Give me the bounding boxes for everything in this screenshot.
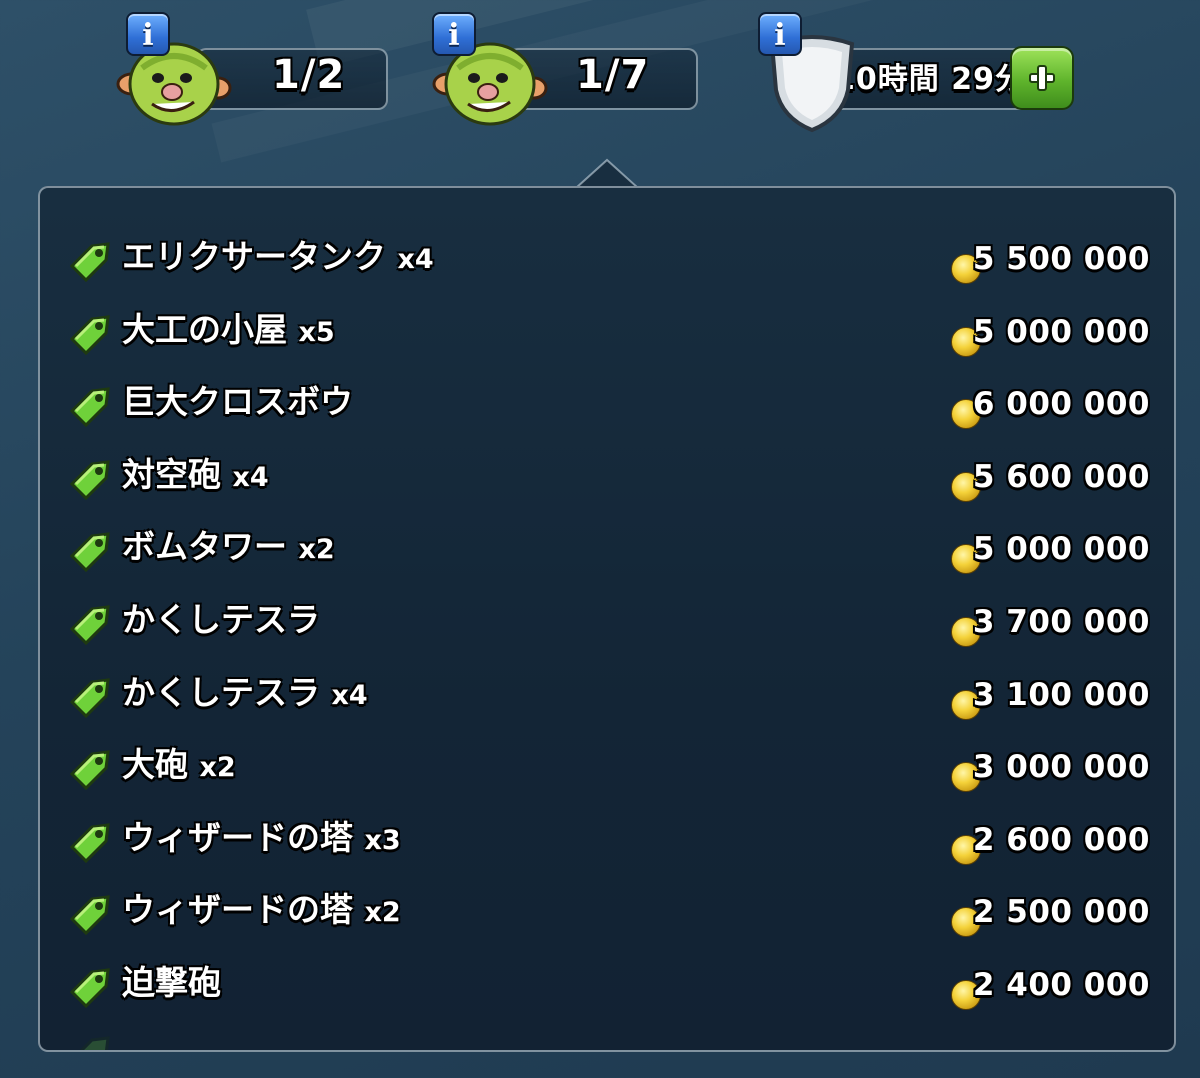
building-name: エリクサータンク (122, 237, 386, 276)
building-quantity: x4 (397, 244, 434, 275)
upgrade-name: エリクサータンク x4 (122, 232, 434, 285)
tag-icon (69, 968, 110, 1009)
upgrade-cost: 2 400 000 (972, 967, 1150, 1003)
upgrade-cost: 2 600 000 (972, 821, 1150, 858)
upgrade-list-panel[interactable]: エリクサータンク x4 5 500 000 大工の小屋 x5 5 000 000… (38, 186, 1176, 1052)
upgrade-name: 迫撃砲 (122, 958, 221, 1011)
upgrade-name: 巨大クロスボウ (122, 377, 353, 430)
building-name: ボムタワー (122, 527, 287, 567)
tag-icon (69, 242, 110, 283)
building-name: かくしテスラ (122, 672, 320, 712)
building-name: 迫撃砲 (122, 963, 221, 1002)
upgrade-cost: 6 000 000 (972, 386, 1150, 423)
upgrade-cost: 3 700 000 (972, 604, 1150, 640)
upgrade-list-item[interactable]: かくしテスラ 3 700 000 (66, 595, 1150, 655)
upgrade-list-item[interactable]: 大砲 x2 3 000 000 (66, 740, 1150, 800)
upgrade-list-item[interactable]: ボムタワー x2 5 000 000 (66, 522, 1150, 582)
upgrade-list-item[interactable]: エリクサータンク x4 5 500 000 (66, 232, 1150, 292)
upgrade-name: 大砲 x2 (122, 740, 236, 793)
upgrade-name: 大工の小屋 x5 (122, 305, 335, 358)
upgrade-list-item[interactable]: 大工の小屋 x5 5 000 000 (66, 305, 1150, 365)
building-name: 大砲 (122, 745, 188, 785)
upgrade-cost: 2 500 000 (972, 894, 1150, 931)
tag-icon (69, 677, 110, 718)
upgrade-list-item[interactable]: 対空砲 x4 5 600 000 (66, 450, 1150, 510)
upgrade-cost: 5 000 000 (972, 531, 1150, 568)
upgrade-name: ボムタワー x2 (122, 522, 335, 575)
shield-timer: 10時間 29分 (834, 62, 1018, 97)
builders-count: 1/2 (272, 52, 346, 98)
building-quantity: x4 (232, 461, 269, 493)
building-quantity: x2 (199, 752, 236, 784)
building-name: 大工の小屋 (122, 309, 287, 349)
tag-icon (69, 387, 110, 428)
workers-count: 1/7 (576, 52, 650, 98)
building-quantity: x2 (364, 897, 401, 929)
building-name: 巨大クロスボウ (122, 382, 353, 422)
list-item-partial (66, 1026, 1150, 1050)
building-name: 対空砲 (122, 454, 221, 494)
tag-icon (69, 823, 110, 863)
upgrade-cost: 3 100 000 (972, 676, 1150, 713)
workers-info-button[interactable]: i (432, 12, 476, 56)
upgrade-cost: 5 500 000 (972, 241, 1150, 277)
upgrade-list-item[interactable]: 巨大クロスボウ 6 000 000 (66, 377, 1150, 437)
upgrade-list-item[interactable]: かくしテスラ x4 3 100 000 (66, 668, 1150, 728)
tag-icon (79, 1036, 110, 1050)
upgrade-name: かくしテスラ x4 (122, 668, 368, 721)
building-name: ウィザードの塔 (122, 817, 353, 857)
building-quantity: x4 (331, 679, 368, 711)
upgrade-list-item[interactable]: ウィザードの塔 x2 2 500 000 (66, 885, 1150, 945)
building-quantity: x5 (298, 316, 335, 348)
upgrade-list-item[interactable]: ウィザードの塔 x3 2 600 000 (66, 813, 1150, 873)
upgrade-list-item[interactable]: 迫撃砲 2 400 000 (66, 958, 1150, 1018)
upgrade-name: 対空砲 x4 (122, 450, 269, 503)
tag-icon (69, 895, 110, 936)
upgrade-name: かくしテスラ (122, 595, 320, 648)
upgrade-cost: 5 600 000 (972, 458, 1150, 495)
upgrade-cost: 3 000 000 (972, 749, 1150, 786)
tag-icon (69, 460, 110, 500)
tag-icon (69, 605, 110, 646)
tag-icon (69, 750, 110, 791)
tag-icon (69, 532, 110, 573)
upgrade-name: ウィザードの塔 x2 (122, 885, 401, 938)
building-name: ウィザードの塔 (122, 890, 353, 930)
add-shield-button[interactable] (1010, 46, 1074, 110)
builders-info-button[interactable]: i (126, 12, 170, 56)
building-quantity: x3 (364, 824, 401, 856)
tag-icon (69, 314, 110, 355)
upgrade-cost: 5 000 000 (972, 313, 1150, 350)
building-name: かくしテスラ (122, 600, 320, 639)
building-quantity: x2 (298, 534, 335, 566)
shield-info-button[interactable]: i (758, 12, 802, 56)
upgrade-name: ウィザードの塔 x3 (122, 813, 401, 866)
